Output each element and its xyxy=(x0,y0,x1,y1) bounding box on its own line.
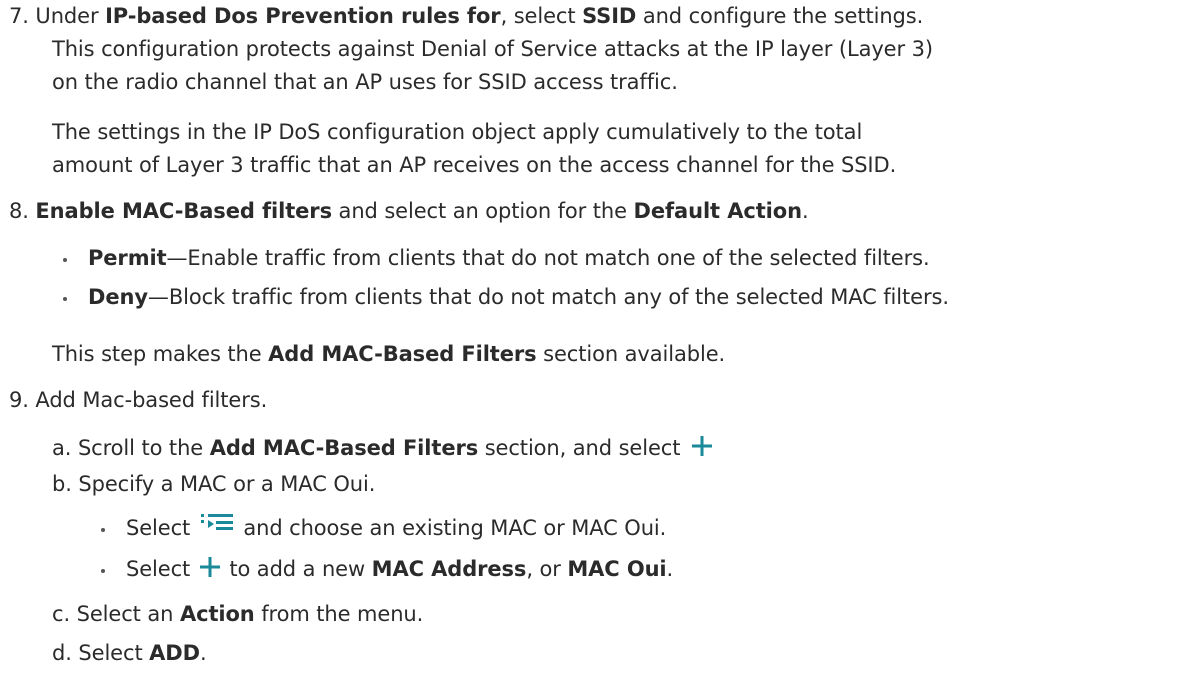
ui-term: MAC Oui xyxy=(567,557,667,581)
substep-b-option-2: Select to add a new MAC Address, or MAC … xyxy=(126,555,673,583)
substep-letter: c. xyxy=(52,602,71,626)
text: section, and select xyxy=(478,436,681,460)
ui-term: MAC Address xyxy=(371,557,527,581)
text: Select xyxy=(126,516,191,540)
step-number: 8. xyxy=(9,199,29,223)
text: . xyxy=(801,199,809,223)
bullet xyxy=(63,258,67,262)
text: Scroll to the xyxy=(77,436,210,460)
step-7-para-2-line-2: amount of Layer 3 traffic that an AP rec… xyxy=(52,153,897,177)
substep-letter: b. xyxy=(52,472,72,496)
step-number: 9. xyxy=(9,388,29,412)
ui-term: Enable MAC-Based filters xyxy=(35,199,332,223)
substep-b: b. Specify a MAC or a MAC Oui. xyxy=(52,470,375,498)
ui-term: IP-based Dos Prevention rules for xyxy=(105,4,501,28)
text: , select xyxy=(500,4,583,28)
text: This step makes the xyxy=(52,342,269,366)
step-7-line-1: 7. Under IP-based Dos Prevention rules f… xyxy=(9,2,923,30)
substep-a: a. Scroll to the Add MAC-Based Filters s… xyxy=(52,434,713,462)
ui-term: SSID xyxy=(582,4,637,28)
bullet xyxy=(101,569,105,573)
text: Select an xyxy=(76,602,180,626)
text: section available. xyxy=(536,342,726,366)
permit-option: Permit—Enable traffic from clients that … xyxy=(88,244,930,272)
bullet xyxy=(63,297,67,301)
step-8-note: This step makes the Add MAC-Based Filter… xyxy=(52,340,725,368)
text: Specify a MAC or a MAC Oui. xyxy=(78,472,376,496)
step-9-line: 9. Add Mac-based filters. xyxy=(9,386,267,414)
text: . xyxy=(666,557,674,581)
bullet xyxy=(101,528,105,532)
document-body: 7. Under IP-based Dos Prevention rules f… xyxy=(0,0,1191,696)
substep-c: c. Select an Action from the menu. xyxy=(52,600,423,628)
step-7-para-2-line-1: The settings in the IP DoS configuration… xyxy=(52,120,863,144)
text: . xyxy=(199,641,207,665)
substep-d: d. Select ADD. xyxy=(52,639,207,667)
step-8-line: 8. Enable MAC-Based filters and select a… xyxy=(9,197,809,225)
step-number: 7. xyxy=(9,4,29,28)
text: Select xyxy=(126,557,191,581)
substep-letter: d. xyxy=(52,641,72,665)
text: Add Mac-based filters. xyxy=(35,388,268,412)
text: , or xyxy=(526,557,568,581)
deny-option: Deny—Block traffic from clients that do … xyxy=(88,283,949,311)
text: Select xyxy=(78,641,150,665)
substep-letter: a. xyxy=(52,436,72,460)
text: from the menu. xyxy=(254,602,424,626)
ui-term: ADD xyxy=(149,641,200,665)
text: Under xyxy=(35,4,106,28)
ui-term: Add MAC-Based Filters xyxy=(268,342,537,366)
step-7-line-3: on the radio channel that an AP uses for… xyxy=(52,70,678,94)
ui-term: Add MAC-Based Filters xyxy=(209,436,479,460)
ui-term: Permit xyxy=(88,246,167,270)
substep-b-option-1: Select and choose an existing MAC or MAC… xyxy=(126,514,666,542)
text: —Block traffic from clients that do not … xyxy=(147,285,949,309)
step-7-line-2: This configuration protects against Deni… xyxy=(52,37,933,61)
ui-term: Deny xyxy=(88,285,148,309)
list-select-icon xyxy=(200,514,233,530)
text: —Enable traffic from clients that do not… xyxy=(166,246,930,270)
plus-icon xyxy=(691,436,712,456)
text: and choose an existing MAC or MAC Oui. xyxy=(243,516,667,540)
text: to add a new xyxy=(229,557,372,581)
ui-term: Default Action xyxy=(633,199,803,223)
text: and configure the settings. xyxy=(636,4,924,28)
plus-icon xyxy=(199,557,220,577)
ui-term: Action xyxy=(179,602,255,626)
text: and select an option for the xyxy=(331,199,634,223)
